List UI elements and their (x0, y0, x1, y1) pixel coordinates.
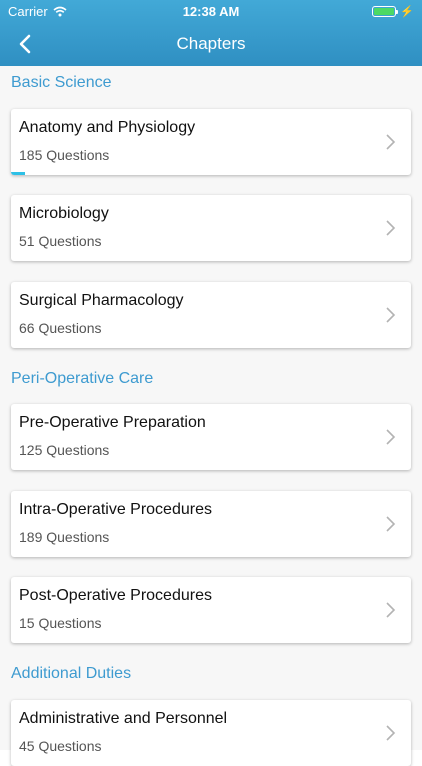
chapter-card[interactable]: Post-Operative Procedures 15 Questions (11, 577, 411, 643)
section-title: Peri-Operative Care (11, 370, 154, 387)
chapter-question-count: 189 Questions (19, 529, 110, 545)
chevron-right-icon (386, 602, 396, 618)
chapter-card[interactable]: Pre-Operative Preparation 125 Questions (11, 404, 411, 470)
section-title: Additional Duties (11, 665, 132, 682)
status-time: 12:38 AM (182, 4, 240, 19)
chevron-right-icon (386, 220, 396, 236)
charging-icon: ⚡ (400, 6, 414, 18)
chapters-list: Basic Science Anatomy and Physiology 185… (0, 66, 422, 766)
chapter-card[interactable]: Surgical Pharmacology 66 Questions (11, 282, 411, 348)
page-title: Chapters (176, 34, 246, 53)
chapter-question-count: 51 Questions (19, 233, 102, 249)
chapter-card[interactable]: Anatomy and Physiology 185 Questions (11, 109, 411, 175)
navigation-bar: Chapters (0, 22, 422, 66)
chapter-card[interactable]: Administrative and Personnel 45 Question… (11, 700, 411, 766)
status-bar: Carrier 12:38 AM ⚡ (0, 0, 422, 22)
chevron-right-icon (386, 429, 396, 445)
chapter-question-count: 125 Questions (19, 442, 110, 458)
chapter-card[interactable]: Microbiology 51 Questions (11, 195, 411, 261)
app-header: Carrier 12:38 AM ⚡ Chapters (0, 0, 422, 66)
chapter-question-count: 66 Questions (19, 320, 102, 336)
chapter-progress-bar (11, 172, 25, 175)
battery-icon (372, 6, 399, 17)
chapter-question-count: 15 Questions (19, 615, 102, 631)
chevron-right-icon (386, 134, 396, 150)
chapter-title: Microbiology (19, 205, 109, 222)
chapter-title: Administrative and Personnel (19, 710, 228, 727)
chapter-title: Surgical Pharmacology (19, 292, 184, 309)
chapter-title: Pre-Operative Preparation (19, 414, 206, 431)
section-title: Basic Science (11, 74, 112, 91)
chapter-title: Intra-Operative Procedures (19, 501, 212, 518)
chapter-title: Post-Operative Procedures (19, 587, 212, 604)
battery-indicator: ⚡ (372, 5, 414, 18)
chevron-right-icon (386, 307, 396, 323)
chapter-question-count: 45 Questions (19, 738, 102, 754)
chapter-question-count: 185 Questions (19, 147, 110, 163)
chapter-card[interactable]: Intra-Operative Procedures 189 Questions (11, 491, 411, 557)
chapter-title: Anatomy and Physiology (19, 119, 196, 136)
chevron-right-icon (386, 725, 396, 741)
chevron-right-icon (386, 516, 396, 532)
